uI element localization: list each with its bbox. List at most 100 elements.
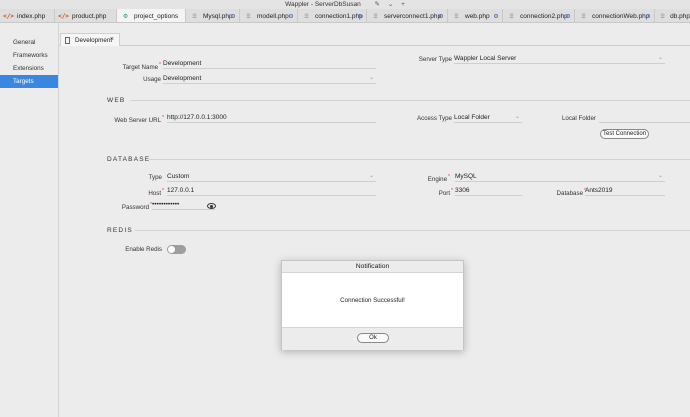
- section-divider: [130, 100, 690, 101]
- engine-select[interactable]: MySQL ⌄: [455, 171, 665, 182]
- password-input[interactable]: ••••••••••••: [152, 199, 215, 210]
- port-input[interactable]: 3306: [455, 185, 522, 196]
- code-icon: </>: [3, 12, 14, 20]
- chevron-down-icon: ⌄: [368, 173, 374, 179]
- sidebar-item-targets[interactable]: Targets: [0, 75, 58, 88]
- notification-dialog: Notification Connection Successful! Ok: [281, 260, 464, 350]
- gear-icon: ⚙: [123, 12, 128, 20]
- database-icon: ≡: [373, 12, 378, 20]
- file-tab-label: web.php: [465, 12, 490, 20]
- database-input[interactable]: Ants2019: [585, 185, 665, 196]
- database-icon: ≡: [581, 12, 586, 20]
- eye-icon[interactable]: [207, 203, 216, 209]
- server-type-value: Wappler Local Server: [454, 55, 517, 62]
- sidebar-item-extensions[interactable]: Extensions: [0, 62, 58, 75]
- targets-panel: Development × Target Name* Development U…: [59, 23, 690, 417]
- database-label: Database*: [556, 188, 586, 198]
- file-tab-serverconnect1[interactable]: ≡ serverconnect1.php: [367, 9, 448, 22]
- redis-section-title: REDIS: [107, 227, 133, 234]
- window-title: Wappler - ServerDbSusan: [285, 1, 361, 8]
- server-type-label: Server Type: [418, 56, 452, 63]
- plus-icon[interactable]: +: [401, 1, 405, 8]
- chevron-down-icon: ⌄: [514, 114, 520, 120]
- file-tab-project-options[interactable]: ⚙ project_options: [117, 9, 186, 22]
- file-tab-label: modell.php: [257, 12, 289, 20]
- host-input[interactable]: 127.0.0.1: [167, 185, 376, 196]
- engine-value: MySQL: [455, 173, 477, 180]
- web-server-url-input[interactable]: http://127.0.0.1:3000: [167, 112, 376, 123]
- file-tab-web[interactable]: ≡ web.php: [448, 9, 503, 22]
- target-tab-label: Development: [75, 36, 113, 44]
- section-divider: [135, 230, 690, 231]
- sidebar-item-general[interactable]: General: [0, 36, 58, 49]
- unsaved-dot: [358, 14, 362, 18]
- section-divider: [149, 159, 690, 160]
- dialog-footer: Ok: [282, 328, 463, 350]
- file-tab-connectionweb[interactable]: ≡ connectionWeb.php: [575, 9, 655, 22]
- file-tab-label: db.php: [670, 12, 690, 20]
- usage-value: Development: [163, 75, 202, 82]
- database-icon: ≡: [304, 12, 309, 20]
- database-icon: ≡: [246, 12, 251, 20]
- file-tab-modell[interactable]: ≡ modell.php: [240, 9, 298, 22]
- document-icon: [65, 36, 70, 44]
- options-sidebar: General Frameworks Extensions Targets: [0, 23, 59, 417]
- file-tab-bar: </> index.php </> product.php ⚙ project_…: [0, 9, 690, 23]
- file-tab-mysql[interactable]: ≡ Mysql.php: [186, 9, 240, 22]
- file-tab-db[interactable]: ≡ db.php: [655, 9, 690, 22]
- unsaved-dot: [646, 14, 650, 18]
- access-type-select[interactable]: Local Folder ⌄: [454, 112, 522, 123]
- enable-redis-toggle[interactable]: [167, 245, 186, 254]
- access-type-label: Access Type: [417, 115, 452, 122]
- db-type-select[interactable]: Custom ⌄: [167, 171, 376, 182]
- test-connection-button[interactable]: Test Connection: [600, 129, 649, 139]
- web-section-title: WEB: [107, 97, 126, 104]
- unsaved-dot: [231, 14, 235, 18]
- db-type-label: Type: [148, 174, 162, 181]
- file-tab-label: connectionWeb.php: [592, 12, 650, 20]
- close-icon[interactable]: ×: [110, 36, 114, 43]
- file-tab-index[interactable]: </> index.php: [0, 9, 55, 22]
- unsaved-dot: [494, 14, 498, 18]
- file-tab-product[interactable]: </> product.php: [55, 9, 117, 22]
- local-folder-input[interactable]: [599, 112, 690, 123]
- window-titlebar: Wappler - ServerDbSusan ✎ ⌄ +: [0, 0, 690, 9]
- chevron-down-icon: ⌄: [657, 55, 663, 61]
- local-folder-label: Local Folder: [561, 115, 596, 122]
- server-type-select[interactable]: Wappler Local Server ⌄: [454, 53, 665, 64]
- usage-label: Usage: [143, 76, 161, 83]
- file-tab-label: index.php: [17, 12, 46, 20]
- dialog-message: Connection Successful!: [282, 273, 463, 328]
- sidebar-item-frameworks[interactable]: Frameworks: [0, 49, 58, 62]
- chevron-down-icon[interactable]: ⌄: [388, 1, 393, 8]
- target-name-input[interactable]: Development: [163, 58, 376, 69]
- file-tab-connection1[interactable]: ≡ connection1.php: [298, 9, 367, 22]
- database-section-title: DATABASE: [107, 156, 151, 163]
- unsaved-dot: [289, 14, 293, 18]
- password-label: Password*: [121, 202, 152, 212]
- chevron-down-icon: ⌄: [368, 75, 374, 81]
- unsaved-dot: [439, 14, 443, 18]
- file-tab-label: product.php: [72, 12, 107, 20]
- database-icon: ≡: [660, 12, 665, 20]
- db-type-value: Custom: [167, 173, 190, 180]
- access-type-value: Local Folder: [454, 114, 490, 121]
- unsaved-dot: [566, 14, 570, 18]
- target-tab-development[interactable]: Development ×: [60, 33, 120, 46]
- file-tab-label: serverconnect1.php: [384, 12, 442, 20]
- ok-button[interactable]: Ok: [357, 333, 389, 343]
- file-tab-connection2[interactable]: ≡ connection2.php: [503, 9, 575, 22]
- chevron-down-icon: ⌄: [657, 173, 663, 179]
- port-label: Port*: [438, 188, 453, 198]
- database-icon: ≡: [454, 12, 459, 20]
- web-server-url-label: Web Server URL*: [114, 115, 164, 125]
- usage-select[interactable]: Development ⌄: [163, 73, 376, 84]
- host-label: Host*: [148, 188, 164, 198]
- target-name-label: Target Name*: [122, 62, 161, 72]
- pencil-icon[interactable]: ✎: [375, 1, 380, 8]
- engine-label: Engine*: [427, 174, 450, 184]
- database-icon: ≡: [509, 12, 514, 20]
- file-tab-label: Mysql.php: [203, 12, 233, 20]
- database-icon: ≡: [192, 12, 197, 20]
- file-tab-label: project_options: [134, 12, 179, 20]
